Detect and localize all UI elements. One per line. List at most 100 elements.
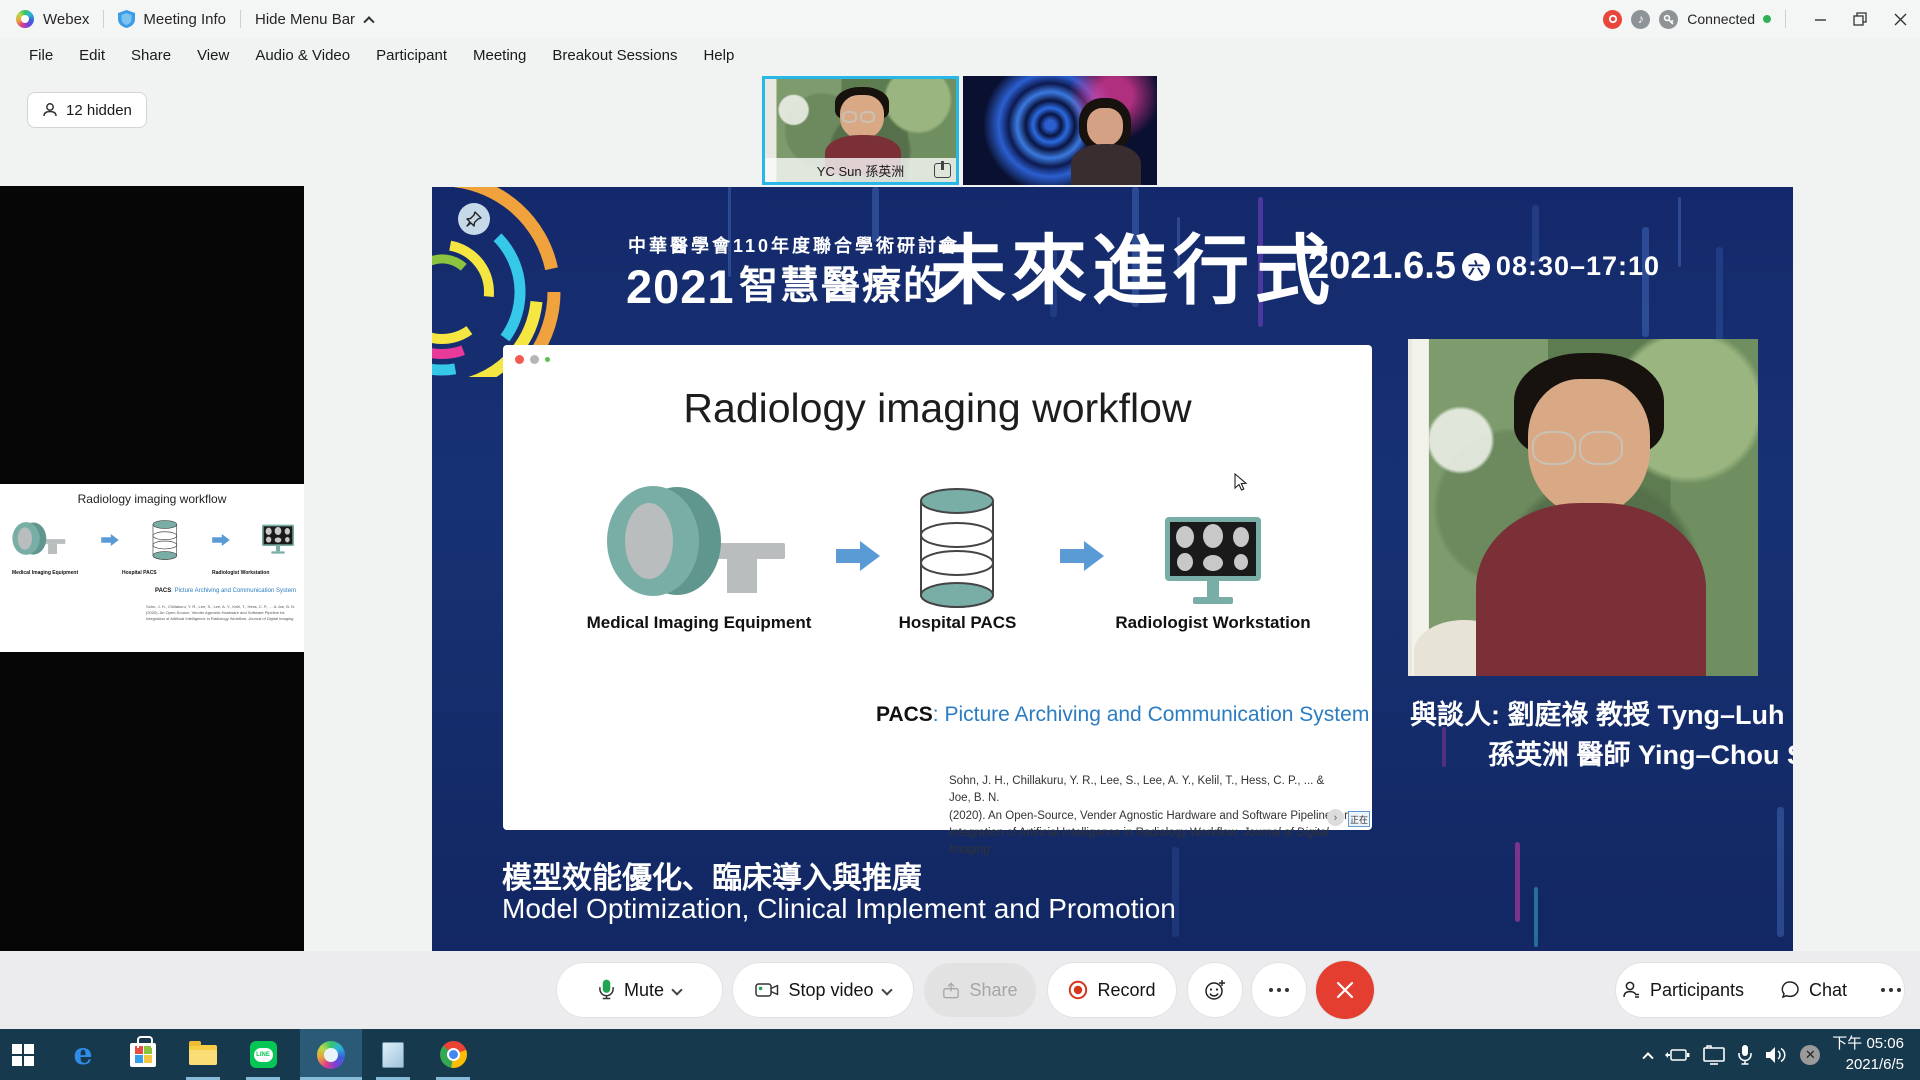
chevron-down-icon[interactable] [671,984,682,995]
participants-icon [1621,980,1641,1000]
connection-status: Connected [1687,11,1755,27]
video-thumbnail-active-speaker[interactable]: YC Sun 孫英洲 [762,76,959,185]
pin-video-button[interactable] [458,203,490,235]
speaker-video [1408,339,1758,676]
participant-name-label: YC Sun 孫英洲 [765,158,956,182]
menu-edit[interactable]: Edit [66,43,118,68]
ellipsis-icon [1881,988,1901,992]
speaker-icon[interactable] [1764,1046,1788,1064]
speaker-person [1476,353,1706,676]
mini-arrow-icon [101,534,119,546]
red-dot-icon [515,355,524,364]
mini-diagram-row [10,514,294,566]
green-dot-icon [545,357,550,362]
hidden-participants-badge[interactable]: 12 hidden [27,92,147,128]
network-display-icon[interactable] [1702,1045,1726,1065]
more-panels-button[interactable] [1865,988,1917,992]
start-button[interactable] [0,1029,46,1080]
mini-slide-title: Radiology imaging workflow [0,492,304,506]
clock-time: 下午 05:06 [1832,1034,1904,1054]
slide-thumbnail[interactable]: Radiology imaging workflow [0,484,304,652]
panels-pill: Participants Chat [1616,963,1904,1017]
store-icon [130,1043,156,1067]
menu-breakout-sessions[interactable]: Breakout Sessions [539,43,690,68]
panelist-line2: 孫英洲 醫師 Ying–Chou Sun [1488,733,1793,772]
tray-expand-icon[interactable] [1643,1052,1654,1063]
close-button[interactable] [1880,0,1920,38]
leave-meeting-button[interactable] [1316,961,1374,1019]
menu-file[interactable]: File [16,43,66,68]
chrome-icon [440,1041,467,1068]
ime-indicator-badge: 正在 [1348,811,1370,827]
taskbar-edge[interactable]: e [60,1029,106,1080]
citation-text: Sohn, J. H., Chillakuru, Y. R., Lee, S.,… [949,773,1349,859]
share-icon [942,981,960,1000]
share-button[interactable]: Share [924,963,1036,1017]
notification-badge-icon[interactable] [1603,10,1622,29]
gray-dot-icon [530,355,539,364]
taskbar-clock[interactable]: 下午 05:06 2021/6/5 [1832,1034,1910,1075]
menu-audio-video[interactable]: Audio & Video [242,43,363,68]
mute-button[interactable]: Mute [557,963,722,1017]
meeting-info-button[interactable]: Meeting Info [143,11,226,28]
notepad-icon [382,1042,404,1068]
reactions-button[interactable] [1188,963,1242,1017]
chat-button[interactable]: Chat [1762,980,1865,1001]
folder-icon [189,1045,217,1065]
taskbar-webex-active[interactable] [300,1029,362,1080]
person-icon [42,102,58,118]
meeting-info-shield-icon [118,10,135,28]
restore-button[interactable] [1840,0,1880,38]
ellipsis-icon [1269,988,1289,992]
webex-meeting-window: Webex Meeting Info Hide Menu Bar ♪ Conne… [0,0,1920,1080]
taskbar-notepad[interactable] [370,1029,416,1080]
menu-view[interactable]: View [184,43,242,68]
record-icon [1068,980,1088,1000]
mini-step2-label: Hospital PACS [122,570,157,576]
music-mode-icon[interactable]: ♪ [1631,10,1650,29]
pacs-database-icon [915,487,1000,609]
share-screen-mini-icon[interactable] [934,163,951,178]
weekday-badge: 六 [1462,253,1490,281]
meeting-control-bar: Mute Stop video Share [0,951,1920,1029]
session-title-en: Model Optimization, Clinical Implement a… [502,893,1176,925]
stop-video-button[interactable]: Stop video [733,963,913,1017]
arrow-right-icon [835,541,881,571]
panelist-line1: 與談人: 劉庭祿 教授 Tyng–Luh Liu [1410,693,1793,732]
participants-button[interactable]: Participants [1603,980,1762,1001]
video-thumbnail-second[interactable] [963,76,1157,185]
step2-label: Hospital PACS [875,613,1040,633]
lock-key-icon[interactable] [1659,10,1678,29]
pacs-definition: PACS: Picture Archiving and Communicatio… [876,703,1369,727]
slide-next-chevron: › [1327,809,1344,826]
record-button[interactable]: Record [1048,963,1176,1017]
shared-screen-stage: 中華醫學會110年度聯合學術研討會 2021 智慧醫療的 未來進行式 2021.… [432,187,1793,951]
minimize-button[interactable] [1800,0,1840,38]
slide-title: Radiology imaging workflow [503,385,1372,432]
microphone-tray-icon[interactable] [1738,1045,1752,1065]
battery-charging-icon[interactable] [1664,1047,1690,1063]
taskbar-file-explorer[interactable] [180,1029,226,1080]
menu-participant[interactable]: Participant [363,43,460,68]
taskbar-chrome[interactable] [430,1029,476,1080]
muted-status-icon[interactable]: ✕ [1800,1045,1820,1065]
mini-workstation-icon [262,524,294,556]
hidden-count-label: 12 hidden [66,102,132,119]
menu-meeting[interactable]: Meeting [460,43,539,68]
hide-menu-bar-button[interactable]: Hide Menu Bar [255,11,355,28]
edge-icon: e [73,1037,92,1072]
taskbar-line[interactable]: LINE [240,1029,286,1080]
step3-label: Radiologist Workstation [1113,613,1313,633]
chevron-down-icon[interactable] [881,984,892,995]
menu-help[interactable]: Help [690,43,747,68]
menu-share[interactable]: Share [118,43,184,68]
more-options-button[interactable] [1252,963,1306,1017]
taskbar-store[interactable] [120,1029,166,1080]
window-frame [1412,339,1428,676]
system-tray: ✕ 下午 05:06 2021/6/5 [1644,1034,1920,1075]
participant-video-person [1071,98,1141,185]
webex-icon [317,1041,345,1069]
webex-logo-icon [16,10,34,28]
mini-step3-label: Radiologist Workstation [212,570,269,576]
divider [103,10,104,28]
